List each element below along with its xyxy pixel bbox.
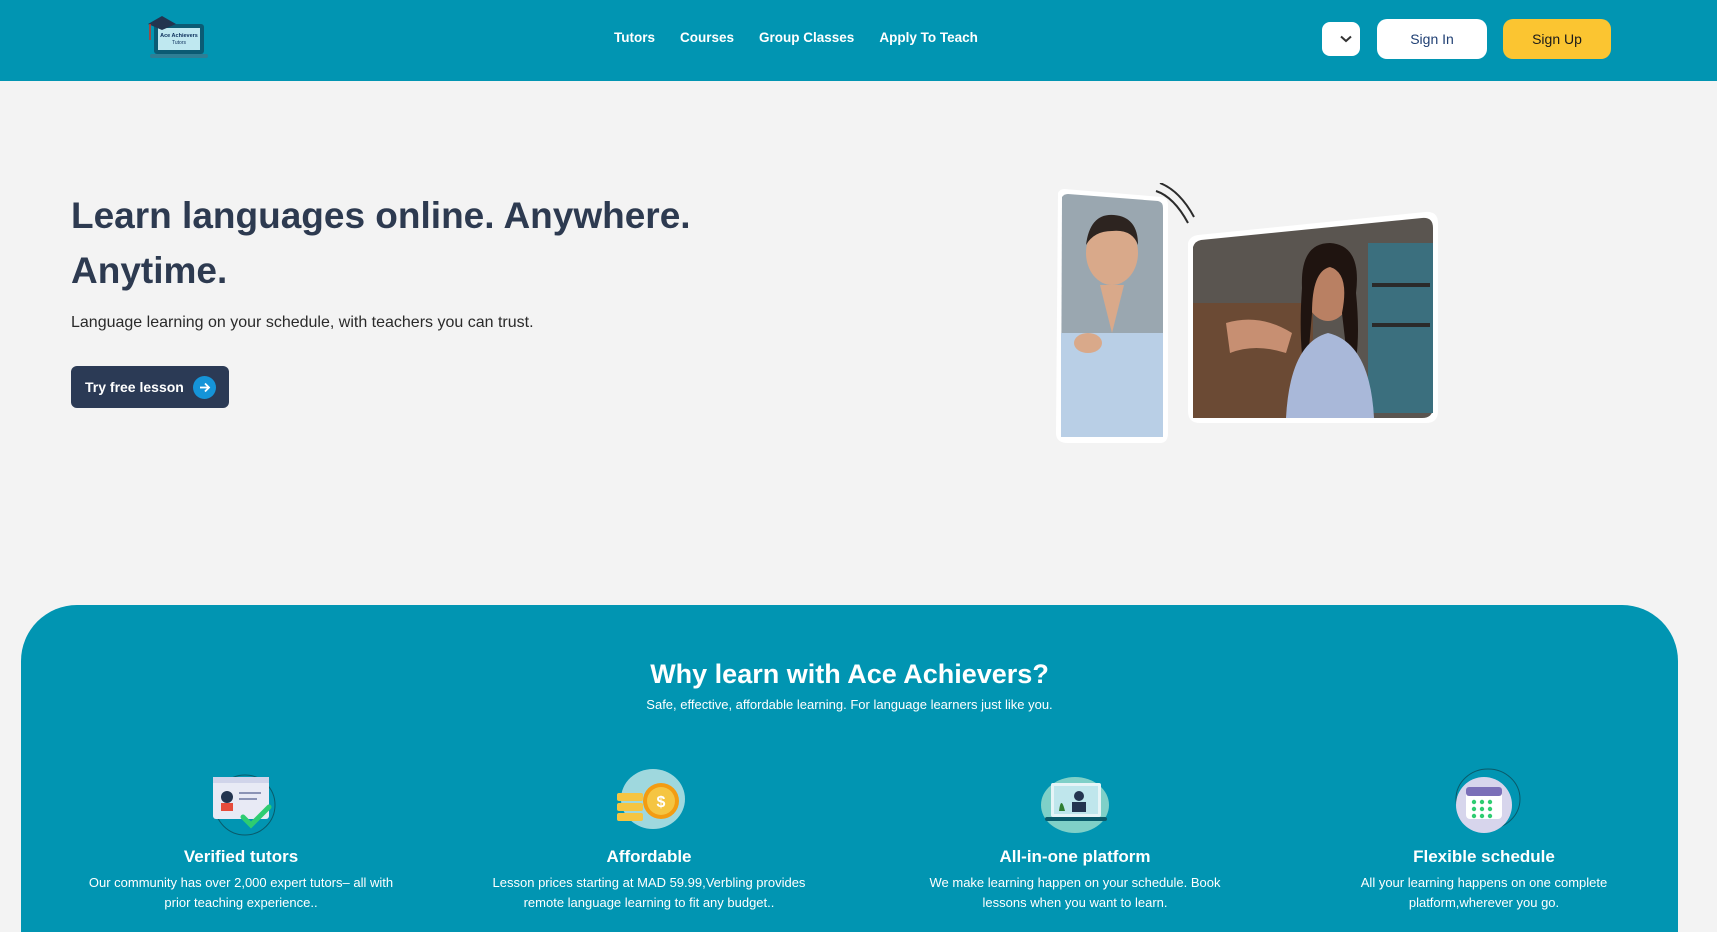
try-free-lesson-label: Try free lesson: [85, 379, 184, 395]
verified-tutor-icon: [213, 774, 276, 836]
nav-link-tutors[interactable]: Tutors: [614, 30, 655, 45]
hero-title: Learn languages online. Anywhere. Anytim…: [71, 188, 791, 298]
arrow-right-icon: [192, 375, 216, 399]
features-subtitle: Safe, effective, affordable learning. Fo…: [646, 697, 1053, 712]
woman-video-card: [1188, 211, 1438, 423]
svg-text:Tutors: Tutors: [172, 40, 186, 46]
feature-all-in-one-platform: All-in-one platform We make learning hap…: [905, 765, 1245, 913]
man-video-card: [1056, 189, 1168, 443]
svg-text:$: $: [657, 794, 666, 811]
nav-link-courses[interactable]: Courses: [680, 30, 734, 45]
main-nav: Tutors Courses Group Classes Apply To Te…: [614, 30, 1003, 45]
hero-title-line2: Anytime.: [71, 250, 228, 291]
feature-description: We make learning happen on your schedule…: [929, 875, 1221, 910]
language-select[interactable]: [1322, 22, 1360, 56]
navbar: Ace Achievers Tutors Tutors Courses Grou…: [0, 0, 1717, 81]
feature-flexible-schedule: Flexible schedule All your learning happ…: [1314, 765, 1654, 913]
features-section: Why learn with Ace Achievers? Safe, effe…: [21, 605, 1678, 932]
logo[interactable]: Ace Achievers Tutors: [146, 10, 212, 60]
features-title: Why learn with Ace Achievers?: [650, 659, 1049, 689]
nav-link-group-classes[interactable]: Group Classes: [759, 30, 854, 45]
sign-in-button[interactable]: Sign In: [1377, 19, 1487, 59]
feature-description: All your learning happens on one complet…: [1360, 875, 1608, 910]
hero-title-line1: Learn languages online. Anywhere.: [71, 195, 691, 236]
hero-subtitle: Language learning on your schedule, with…: [71, 314, 534, 331]
laptop-tutor-icon: [1041, 777, 1109, 833]
try-free-lesson-button[interactable]: Try free lesson: [71, 366, 229, 408]
nav-link-apply-to-teach[interactable]: Apply To Teach: [879, 30, 978, 45]
feature-title: All-in-one platform: [999, 847, 1151, 866]
chevron-down-icon: [1340, 35, 1352, 43]
feature-title: Verified tutors: [183, 847, 299, 866]
sign-up-button[interactable]: Sign Up: [1503, 19, 1611, 59]
feature-title: Flexible schedule: [1413, 847, 1555, 866]
feature-affordable: $ Affordable Lesson prices starting at M…: [479, 765, 819, 913]
feature-verified-tutors: Verified tutors Our community has over 2…: [71, 765, 411, 913]
svg-text:Ace Achievers: Ace Achievers: [160, 33, 198, 39]
feature-description: Our community has over 2,000 expert tuto…: [88, 875, 394, 910]
hero-video-call-illustration: [1056, 183, 1438, 443]
feature-title: Affordable: [606, 847, 692, 866]
coins-icon: $: [617, 769, 685, 829]
calendar-icon: [1455, 768, 1521, 833]
feature-description: Lesson prices starting at MAD 59.99,Verb…: [492, 875, 806, 910]
